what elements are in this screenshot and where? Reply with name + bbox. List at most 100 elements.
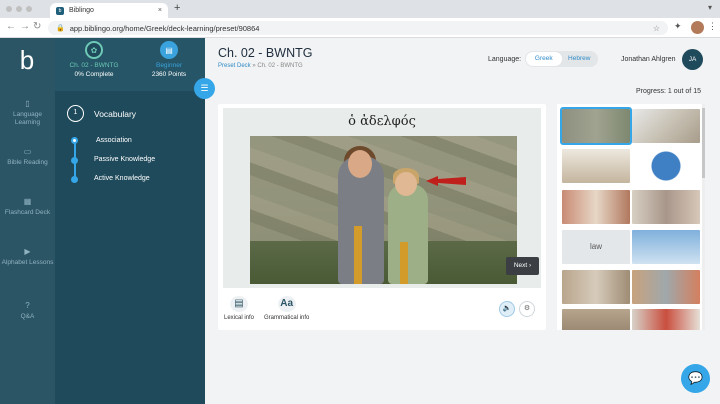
toggle-menu-button[interactable]: ☰ [194,78,215,99]
red-arrow-icon [426,176,466,186]
brother-photo [250,136,517,284]
audio-button[interactable]: 🔈 [499,301,515,317]
grid-scrollbar[interactable] [702,104,705,330]
new-tab-button[interactable]: + [174,2,180,14]
biblingo-logo[interactable]: b [14,46,40,76]
lexical-info-button[interactable]: ▤ Lexical info [224,296,254,321]
user-avatar[interactable]: JA [682,49,703,70]
nav-label: Alphabet Lessons [1,259,54,266]
option-thumb[interactable] [632,309,700,330]
option-thumb[interactable] [632,149,700,183]
grammar-icon: Aa [277,296,296,312]
user-name[interactable]: Jonathan Ahlgren [621,56,676,63]
option-thumb[interactable] [560,107,632,145]
nav-label: Flashcard Deck [4,209,51,216]
deck-completion-stat: ✿ Ch. 02 - BWNTG 0% Complete [59,41,129,78]
nav-flashcard-deck[interactable]: ▦ Flashcard Deck [0,198,55,217]
option-thumb[interactable] [562,270,630,304]
option-text-tile[interactable]: law [562,230,630,264]
tab-search-icon[interactable]: ▾ [708,3,712,12]
nav-alphabet-lessons[interactable]: ▶ Alphabet Lessons [0,248,55,267]
step-active-knowledge[interactable]: Active Knowledge [94,175,150,182]
step-dot-passive [71,157,78,164]
language-label: Language: [488,56,522,63]
grammatical-info-label: Grammatical info [264,315,310,321]
deck-completion: 0% Complete [74,71,114,78]
breadcrumb-separator: » [252,63,256,69]
level-badge-icon: ▤ [160,41,178,59]
main-content: Ch. 02 - BWNTG Preset Deck » Ch. 02 - BW… [205,38,720,404]
language-greek[interactable]: Greek [526,52,562,66]
step-dot-association [71,137,78,144]
lexicon-icon: ▤ [230,296,249,312]
page-title: Ch. 02 - BWNTG [218,46,313,60]
deck-progress-panel: ✿ Ch. 02 - BWNTG 0% Complete ▤ Beginner … [55,38,215,404]
option-thumb[interactable] [632,109,700,143]
reload-icon[interactable]: ↻ [33,21,41,32]
window-controls[interactable] [6,6,32,12]
nav-bible-reading[interactable]: ▭ Bible Reading [0,148,55,167]
progress-indicator: Progress: 1 out of 15 [636,88,701,95]
book-icon: ▯ [25,99,30,108]
breadcrumb: Preset Deck » Ch. 02 - BWNTG [218,63,303,69]
url-text: app.biblingo.org/home/Greek/deck-learnin… [69,23,260,33]
browser-tab-strip: b Biblingo × + ▾ [0,0,720,18]
browser-menu-icon[interactable]: ⋮ [708,21,717,32]
close-tab-icon[interactable]: × [158,7,162,14]
option-thumb[interactable] [562,309,630,330]
forward-icon[interactable]: → [20,21,30,32]
image-options-grid: law [557,104,705,330]
greek-word: ὁ ἀδελφός [223,108,541,136]
language-toggle: Greek Hebrew [525,51,598,67]
next-button[interactable]: Next › [506,257,539,275]
browser-tab[interactable]: b Biblingo × [50,3,168,18]
nav-language-learning[interactable]: ▯ Language Learning [0,100,55,127]
section-title: Vocabulary [94,108,137,119]
main-navigation-rail: b ▯ Language Learning ▭ Bible Reading ▦ … [0,38,55,404]
level-name: Beginner [155,62,183,69]
grammatical-info-button[interactable]: Aa Grammatical info [264,296,309,321]
nav-qa[interactable]: ? Q&A [0,302,55,321]
section-vocabulary[interactable]: 1 Vocabulary [67,105,136,122]
option-thumb[interactable] [562,149,630,183]
flashcard-icon: ▦ [23,197,32,206]
browser-toolbar: ← → ↻ 🔒 app.biblingo.org/home/Greek/deck… [0,18,720,38]
level-stat: ▤ Beginner 2360 Points [134,41,204,78]
card-footer: ▤ Lexical info Aa Grammatical info 🔈 ⚙ [218,290,546,330]
points: 2360 Points [151,71,187,78]
bookmark-star-icon[interactable]: ☆ [653,24,660,33]
biblingo-favicon-icon: b [56,6,64,15]
deck-stats: ✿ Ch. 02 - BWNTG 0% Complete ▤ Beginner … [55,38,205,91]
step-dot-active [71,176,78,183]
nav-label: Q&A [20,313,35,320]
deck-badge-icon: ✿ [85,41,103,59]
browser-profile-avatar[interactable] [691,21,704,34]
biblingo-app: b ▯ Language Learning ▭ Bible Reading ▦ … [0,38,720,404]
extensions-icon[interactable]: ✦ [674,21,682,32]
nav-label: Bible Reading [7,159,48,166]
step-passive-knowledge[interactable]: Passive Knowledge [94,156,155,163]
nav-label: Language Learning [13,111,42,126]
lock-icon: 🔒 [56,25,65,32]
chat-help-button[interactable]: 💬 [681,364,710,393]
flashcard-image-frame: Next › [223,136,541,288]
next-label: Next [513,262,528,269]
option-thumb[interactable] [632,270,700,304]
play-icon: ▶ [24,247,31,256]
option-thumb[interactable] [632,230,700,264]
tab-title: Biblingo [69,7,94,14]
address-bar[interactable]: 🔒 app.biblingo.org/home/Greek/deck-learn… [48,21,668,35]
language-hebrew[interactable]: Hebrew [562,52,598,66]
section-number: 1 [67,105,84,122]
step-association[interactable]: Association [96,137,132,144]
question-icon: ? [25,301,30,310]
lexical-info-label: Lexical info [224,315,255,321]
breadcrumb-current: Ch. 02 - BWNTG [257,63,303,69]
option-thumb[interactable] [562,190,630,224]
settings-gear-icon[interactable]: ⚙ [519,301,535,317]
bible-icon: ▭ [23,147,32,156]
breadcrumb-preset-deck[interactable]: Preset Deck [218,63,251,69]
option-thumb[interactable] [632,190,700,224]
flashcard: ὁ ἀδελφός Next › ▤ Lexical info Aa Gramm… [218,104,546,330]
back-icon[interactable]: ← [6,21,16,32]
